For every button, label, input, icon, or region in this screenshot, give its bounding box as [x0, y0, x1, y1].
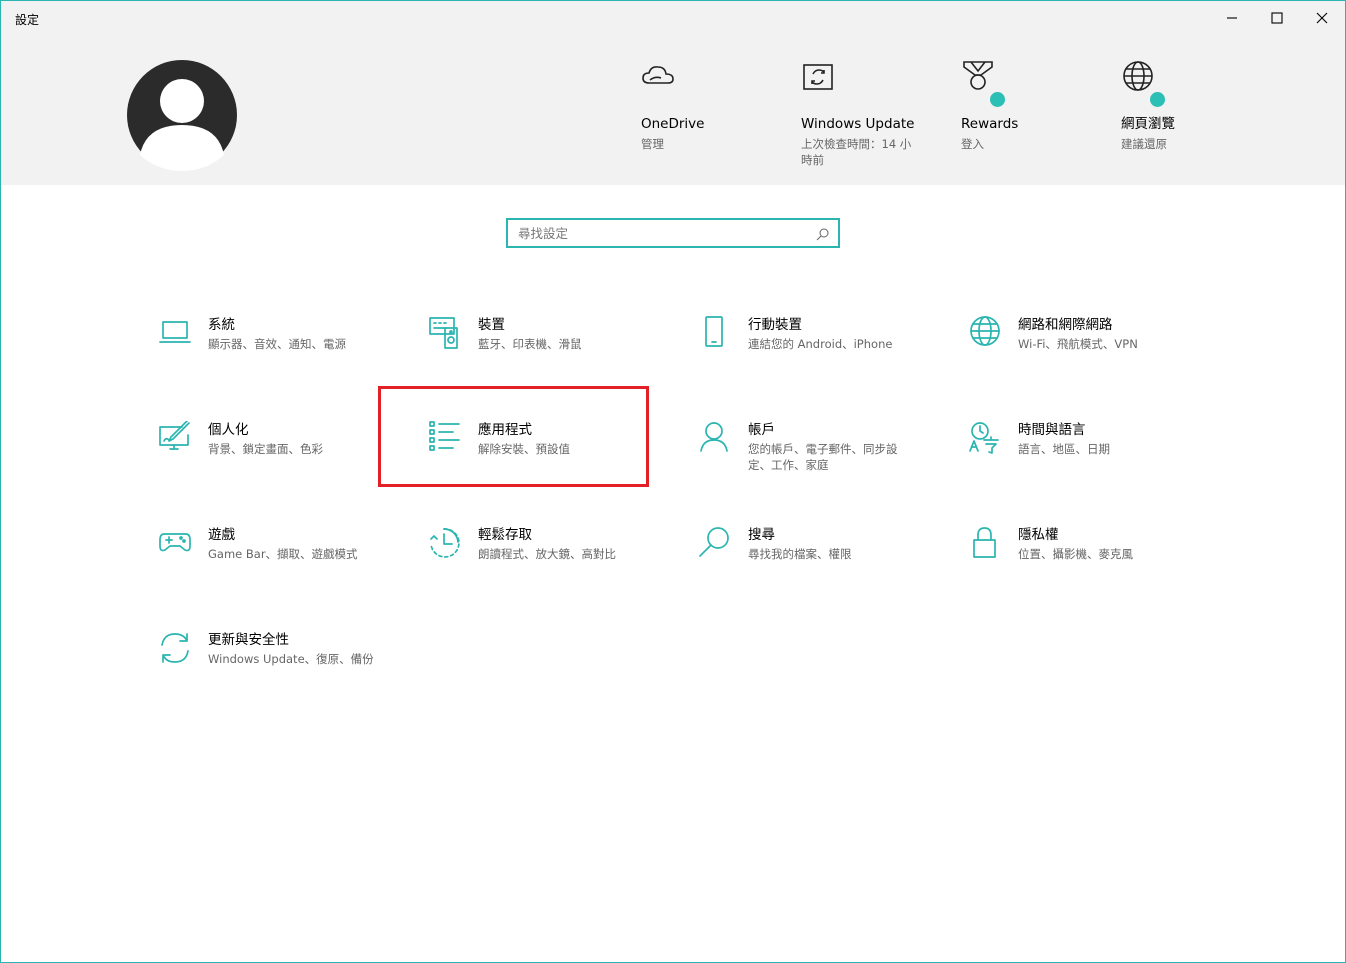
- search-box[interactable]: [506, 218, 840, 248]
- category-network[interactable]: 網路和網際網路 Wi-Fi、飛航模式、VPN: [968, 316, 1208, 386]
- quick-link-rewards[interactable]: Rewards 登入: [961, 59, 1101, 152]
- ease-of-access-icon: [428, 526, 462, 560]
- close-icon: [1316, 12, 1328, 24]
- globe-icon: [968, 316, 1002, 350]
- category-subtitle: 您的帳戶、電子郵件、同步設定、工作、家庭: [748, 442, 898, 472]
- minimize-button[interactable]: [1209, 1, 1255, 35]
- category-title: 裝置: [478, 317, 505, 333]
- category-title: 更新與安全性: [208, 632, 289, 648]
- title-bar[interactable]: 設定: [1, 1, 1345, 35]
- person-icon: [698, 421, 732, 455]
- phone-icon: [698, 316, 732, 350]
- quick-link-title: Windows Update: [801, 116, 915, 132]
- window-title: 設定: [15, 13, 40, 27]
- laptop-icon: [158, 316, 192, 350]
- globe-icon: [1121, 59, 1167, 109]
- category-title: 系統: [208, 317, 235, 333]
- category-subtitle: Wi-Fi、飛航模式、VPN: [1018, 337, 1138, 351]
- category-subtitle: 連結您的 Android、iPhone: [748, 337, 893, 351]
- sync-icon: [158, 631, 192, 665]
- search-icon[interactable]: [816, 227, 830, 241]
- category-subtitle: 背景、鎖定畫面、色彩: [208, 442, 323, 456]
- status-dot: [1148, 90, 1167, 109]
- category-title: 網路和網際網路: [1018, 317, 1113, 333]
- category-subtitle: 語言、地區、日期: [1018, 442, 1110, 456]
- category-title: 隱私權: [1018, 527, 1059, 543]
- gamepad-icon: [158, 526, 192, 560]
- windows-update-icon: [801, 59, 837, 95]
- category-search[interactable]: 搜尋 尋找我的檔案、權限: [698, 526, 938, 596]
- avatar[interactable]: [126, 59, 238, 171]
- highlight-box: [378, 386, 649, 487]
- quick-link-windows-update[interactable]: Windows Update 上次檢查時間：14 小時前: [801, 59, 916, 168]
- quick-link-title: Rewards: [961, 116, 1019, 132]
- search-input[interactable]: [518, 224, 808, 242]
- category-devices[interactable]: 裝置 藍牙、印表機、滑鼠: [428, 316, 668, 386]
- category-title: 搜尋: [748, 527, 775, 543]
- category-title: 輕鬆存取: [478, 527, 532, 543]
- category-phone[interactable]: 行動裝置 連結您的 Android、iPhone: [698, 316, 938, 386]
- lock-icon: [968, 526, 1002, 560]
- settings-window: OneDrive 管理 Windows Update 上次檢查時間：14 小時前…: [0, 0, 1346, 963]
- minimize-icon: [1227, 17, 1237, 19]
- category-privacy[interactable]: 隱私權 位置、攝影機、麥克風: [968, 526, 1208, 596]
- quick-link-onedrive[interactable]: OneDrive 管理: [641, 59, 781, 152]
- category-system[interactable]: 系統 顯示器、音效、通知、電源: [158, 316, 398, 386]
- category-accounts[interactable]: 帳戶 您的帳戶、電子郵件、同步設定、工作、家庭: [698, 421, 938, 491]
- quick-link-title: 網頁瀏覽: [1121, 116, 1175, 132]
- quick-link-subtitle: 建議還原: [1121, 137, 1167, 151]
- category-time-language[interactable]: 時間與語言 語言、地區、日期: [968, 421, 1208, 491]
- category-title: 帳戶: [748, 422, 775, 438]
- category-subtitle: 藍牙、印表機、滑鼠: [478, 337, 582, 351]
- time-language-icon: [968, 421, 1002, 455]
- rewards-medal-icon: [961, 59, 1007, 109]
- category-title: 行動裝置: [748, 317, 802, 333]
- keyboard-speaker-icon: [428, 316, 462, 350]
- category-subtitle: 朗讀程式、放大鏡、高對比: [478, 547, 616, 561]
- quick-link-title: OneDrive: [641, 116, 705, 132]
- category-update-security[interactable]: 更新與安全性 Windows Update、復原、備份: [158, 631, 398, 701]
- category-personalization[interactable]: 個人化 背景、鎖定畫面、色彩: [158, 420, 398, 491]
- quick-link-web-browsing[interactable]: 網頁瀏覽 建議還原: [1121, 59, 1261, 152]
- cloud-icon: [641, 59, 677, 95]
- quick-link-subtitle: 上次檢查時間：14 小時前: [801, 137, 912, 167]
- quick-link-subtitle: 管理: [641, 137, 664, 151]
- paint-brush-icon: [158, 420, 192, 455]
- category-ease-of-access[interactable]: 輕鬆存取 朗讀程式、放大鏡、高對比: [428, 526, 668, 596]
- category-gaming[interactable]: 遊戲 Game Bar、擷取、遊戲模式: [158, 526, 398, 596]
- search-icon: [698, 526, 732, 560]
- category-subtitle: 顯示器、音效、通知、電源: [208, 337, 346, 351]
- category-title: 個人化: [208, 422, 249, 438]
- category-subtitle: 位置、攝影機、麥克風: [1018, 547, 1133, 561]
- quick-link-subtitle: 登入: [961, 137, 984, 151]
- category-subtitle: Game Bar、擷取、遊戲模式: [208, 547, 358, 561]
- maximize-icon: [1271, 12, 1283, 24]
- category-subtitle: Windows Update、復原、備份: [208, 652, 374, 666]
- close-button[interactable]: [1299, 1, 1345, 35]
- category-title: 時間與語言: [1018, 422, 1086, 438]
- status-dot: [988, 90, 1007, 109]
- maximize-button[interactable]: [1254, 1, 1300, 35]
- category-title: 遊戲: [208, 527, 235, 543]
- category-subtitle: 尋找我的檔案、權限: [748, 547, 852, 561]
